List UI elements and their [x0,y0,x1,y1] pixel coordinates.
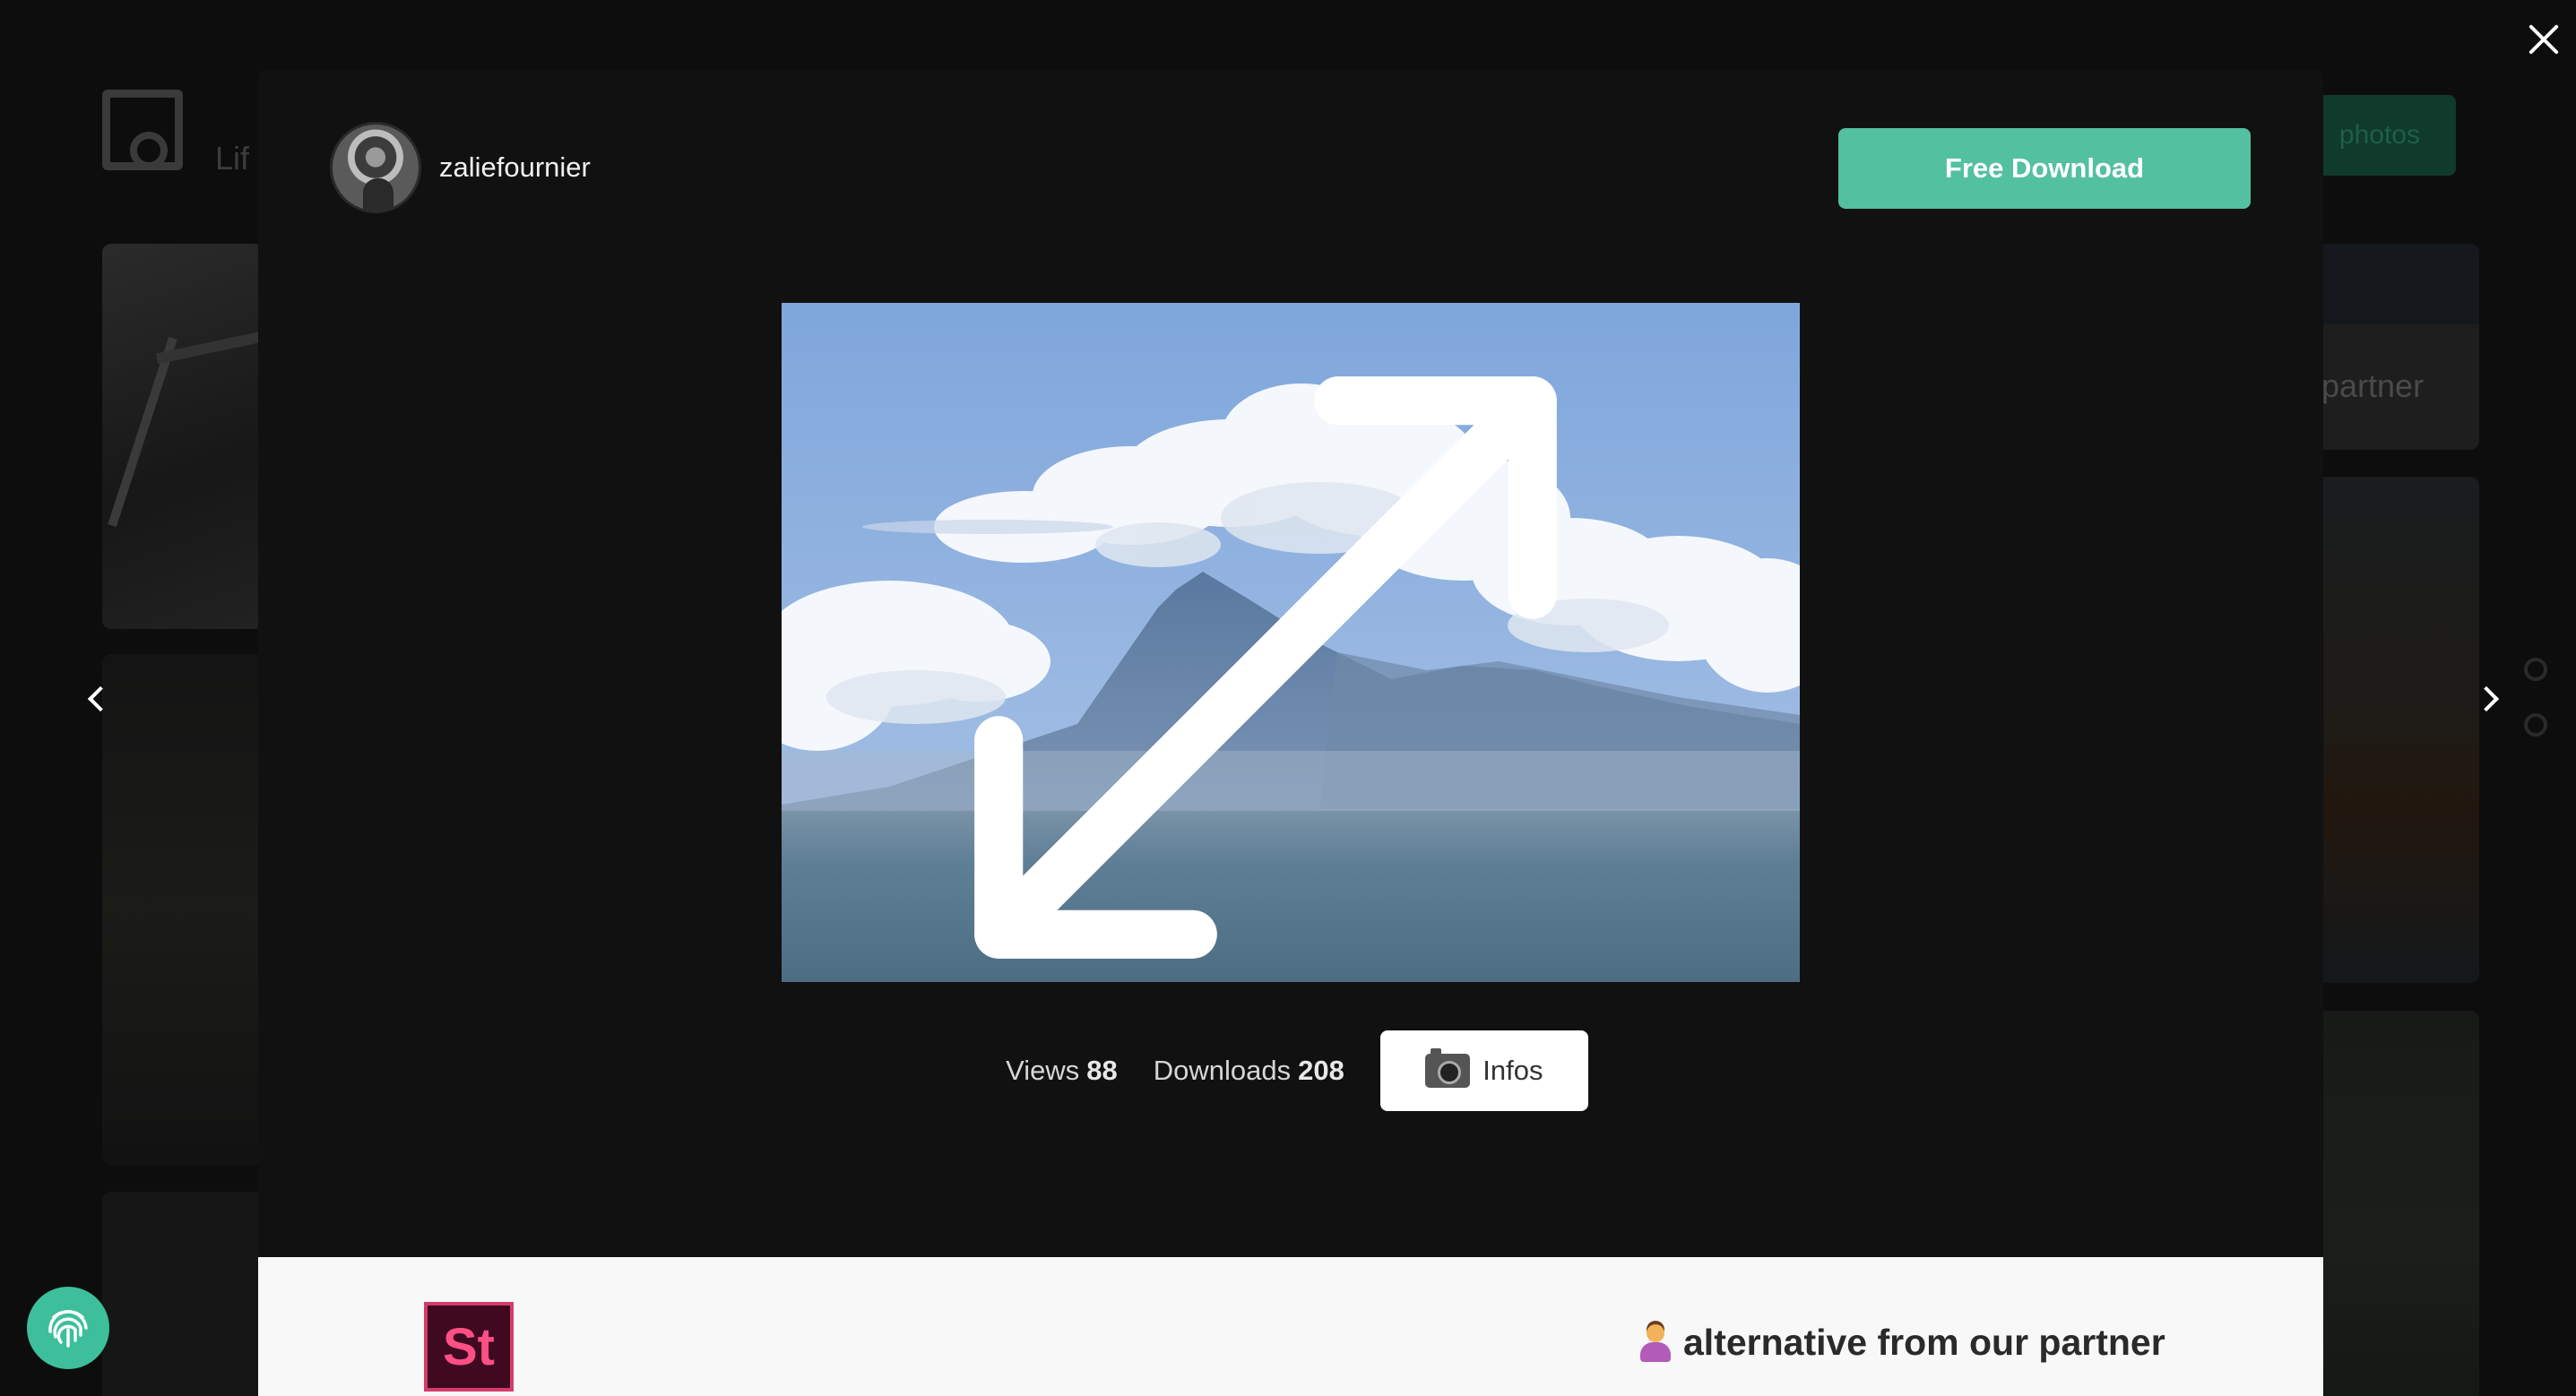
main-photo[interactable] [782,303,1800,982]
views-label: Views [1006,1055,1080,1086]
partner-banner[interactable]: St alternative from our partner [258,1257,2323,1396]
background-partner-label: partner [2321,367,2425,404]
free-download-button[interactable]: Free Download [1838,128,2251,209]
background-photo-card [102,244,264,629]
background-photo-card [102,654,264,1165]
adobe-stock-logo[interactable]: St [424,1302,514,1392]
site-logo-icon [102,90,183,170]
infos-label: Infos [1482,1055,1543,1086]
downloads-stat: Downloads 208 [1154,1055,1344,1087]
partner-alternative-text[interactable]: alternative from our partner [1638,1322,2165,1364]
background-search-icon [2524,658,2547,681]
author-name[interactable]: zaliefournier [439,151,591,184]
author-link[interactable]: zaliefournier [330,122,591,213]
camera-icon [1425,1048,1471,1088]
partner-alternative-label: alternative from our partner [1683,1322,2165,1363]
close-icon[interactable] [2524,20,2563,59]
expand-icon[interactable] [782,328,1775,982]
downloads-label: Downloads [1153,1055,1292,1086]
chevron-right-icon[interactable] [2470,681,2506,717]
infos-button[interactable]: Infos [1379,1030,1588,1111]
fingerprint-icon[interactable] [27,1287,109,1369]
photo-stats: Views 88 Downloads 208 Infos [258,1030,2323,1111]
person-tipping-hand-icon [1638,1323,1673,1362]
chevron-left-icon[interactable] [77,681,113,717]
views-count: 88 [1086,1055,1118,1086]
lightbox-page: Lif photos partner zaliefournier Free Do… [0,0,2576,1396]
downloads-count: 208 [1298,1055,1344,1086]
views-stat: Views 88 [1006,1055,1118,1087]
site-logo-text: Lif [215,140,250,177]
avatar[interactable] [330,122,421,213]
background-photo-card [102,1192,264,1396]
background-moon-icon [2524,713,2547,737]
photo-modal: zaliefournier Free Download Views 88 Dow… [258,70,2323,1396]
fingerprint-glyph-icon [48,1310,88,1348]
